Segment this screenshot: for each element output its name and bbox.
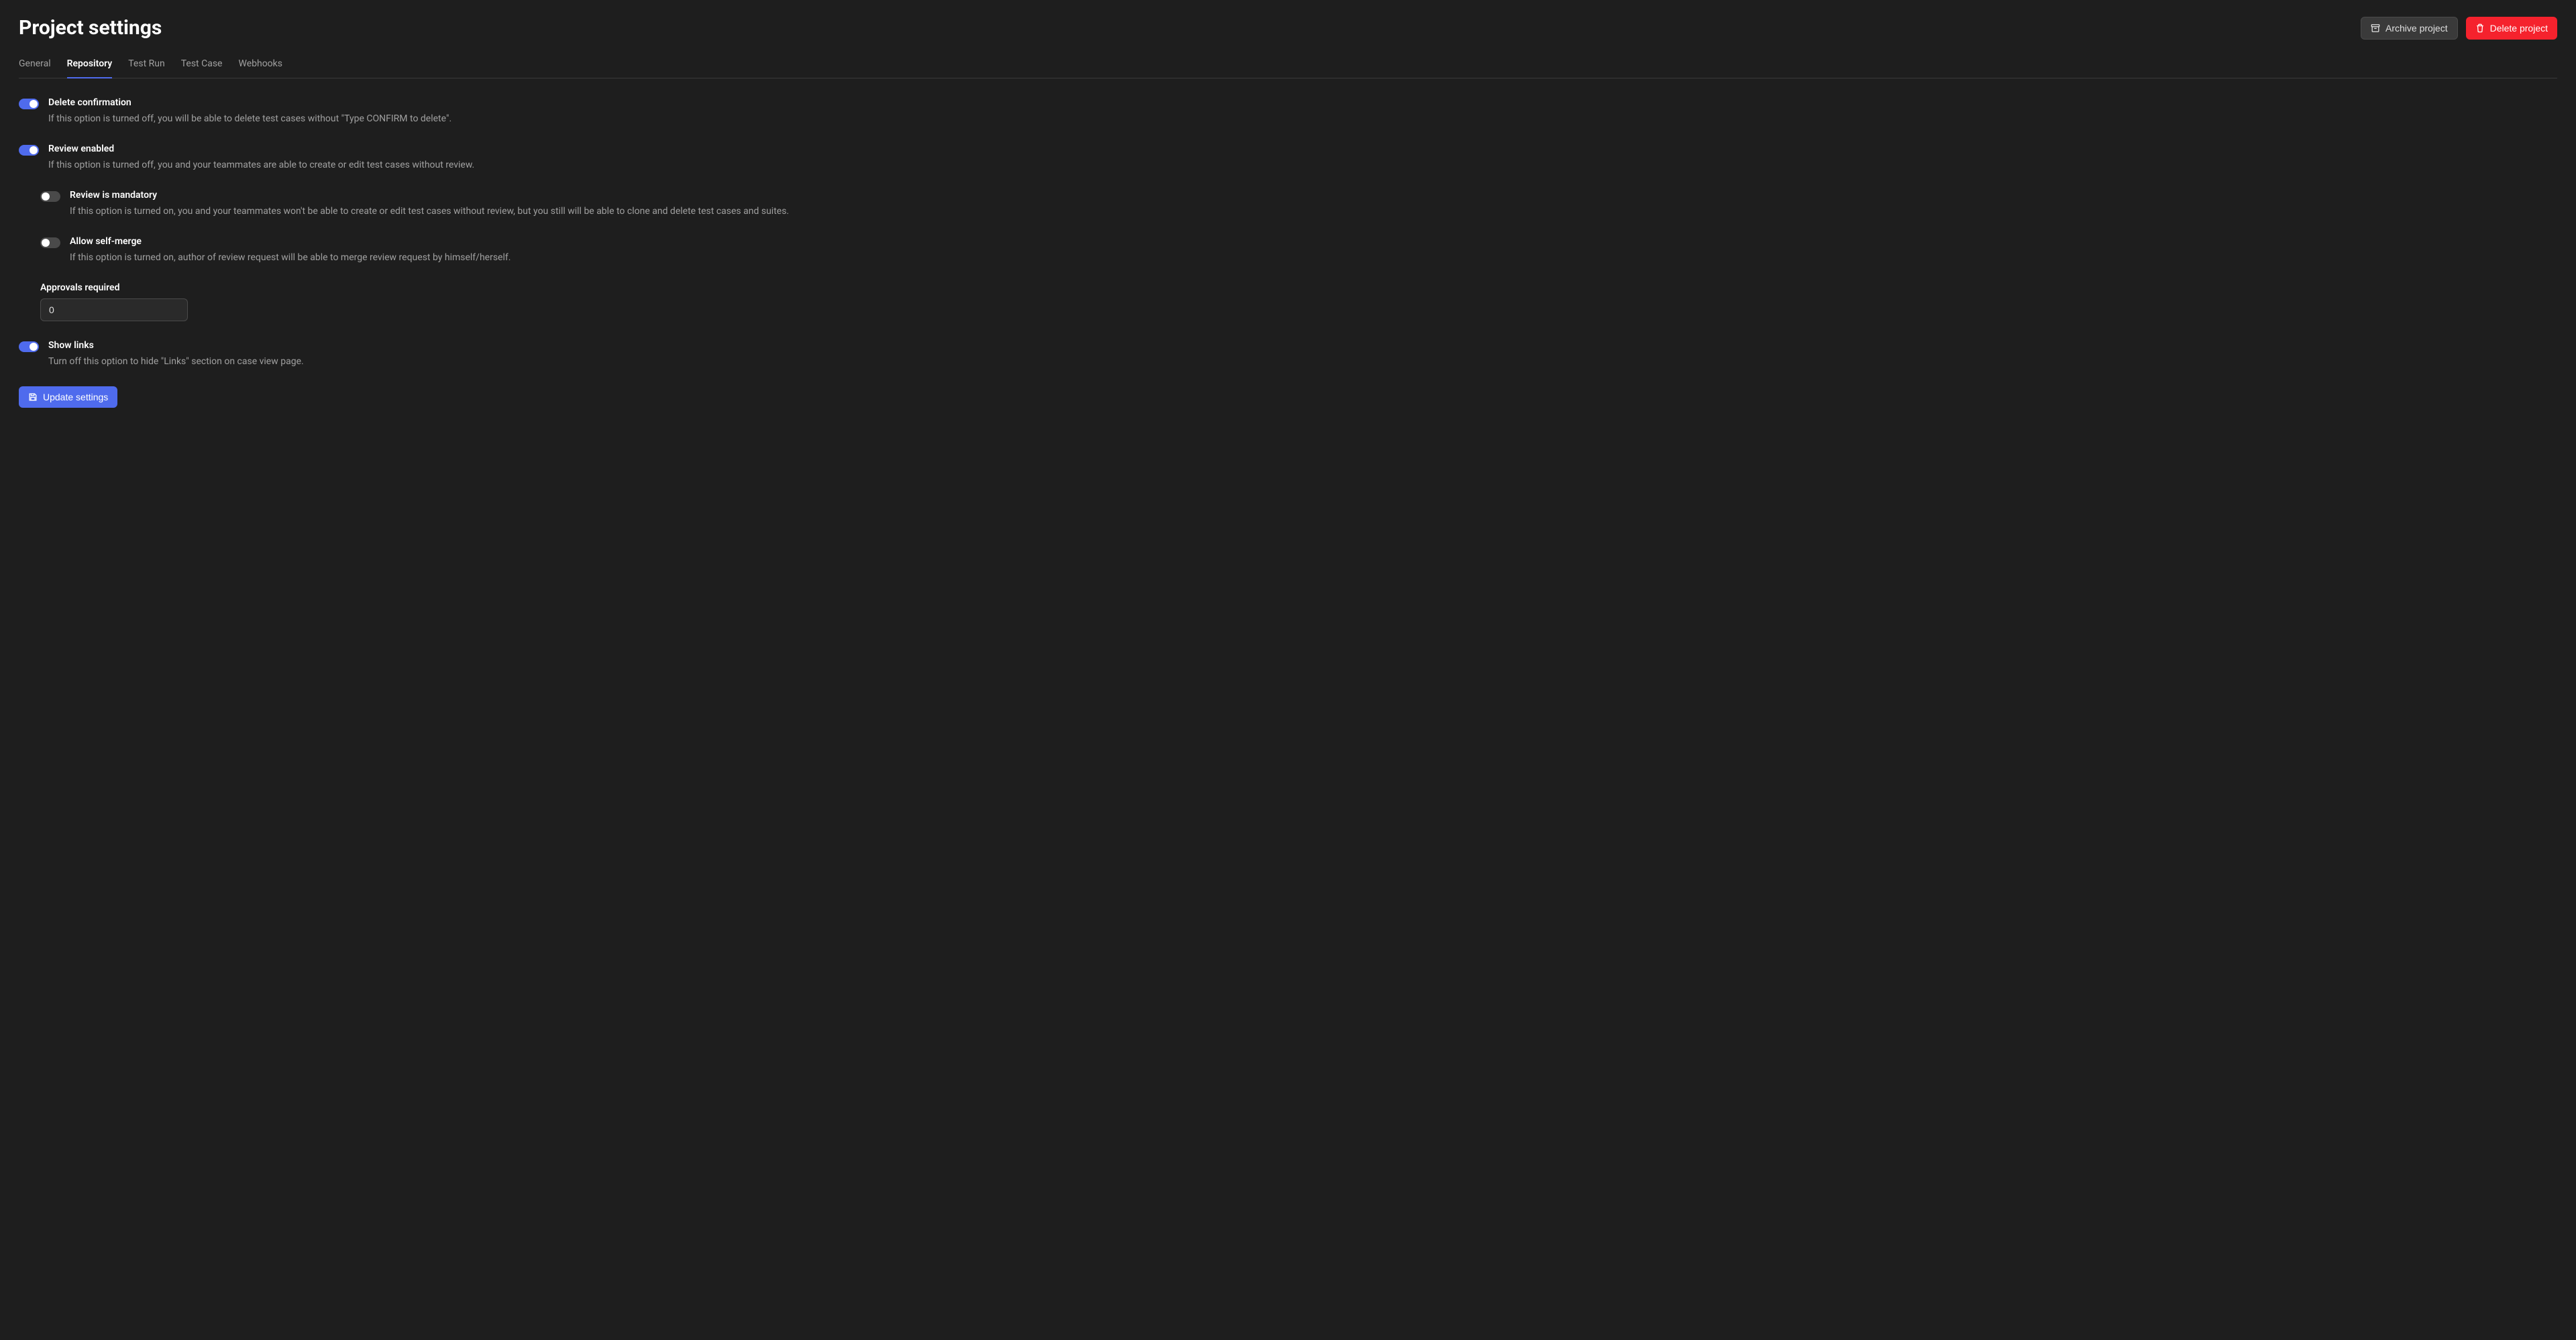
delete-project-label: Delete project <box>2490 23 2548 34</box>
footer-actions: Update settings <box>19 386 2557 408</box>
archive-project-button[interactable]: Archive project <box>2361 17 2458 40</box>
tabs: General Repository Test Run Test Case We… <box>19 53 2557 78</box>
setting-content: Review is mandatory If this option is tu… <box>70 190 2557 219</box>
field-approvals-required: Approvals required <box>40 282 2557 321</box>
setting-content: Review enabled If this option is turned … <box>48 144 2557 172</box>
setting-desc: Turn off this option to hide "Links" sec… <box>48 355 2557 369</box>
setting-content: Show links Turn off this option to hide … <box>48 340 2557 369</box>
setting-desc: If this option is turned off, you will b… <box>48 112 2557 126</box>
toggle-show-links[interactable] <box>19 341 39 352</box>
setting-desc: If this option is turned off, you and yo… <box>48 158 2557 172</box>
setting-allow-self-merge: Allow self-merge If this option is turne… <box>40 236 2557 265</box>
setting-review-mandatory: Review is mandatory If this option is tu… <box>40 190 2557 219</box>
toggle-knob <box>42 239 50 247</box>
setting-desc: If this option is turned on, you and you… <box>70 205 2557 219</box>
toggle-knob <box>30 100 38 108</box>
setting-title: Review is mandatory <box>70 190 2557 201</box>
approvals-required-input[interactable] <box>40 298 188 321</box>
setting-content: Allow self-merge If this option is turne… <box>70 236 2557 265</box>
update-settings-button[interactable]: Update settings <box>19 386 117 408</box>
toggle-delete-confirmation[interactable] <box>19 99 39 109</box>
setting-desc: If this option is turned on, author of r… <box>70 251 2557 265</box>
toggle-allow-self-merge[interactable] <box>40 237 60 248</box>
setting-title: Show links <box>48 340 2557 351</box>
tab-general[interactable]: General <box>19 53 51 78</box>
archive-project-label: Archive project <box>2385 23 2448 34</box>
tab-repository[interactable]: Repository <box>67 53 113 78</box>
setting-title: Allow self-merge <box>70 236 2557 247</box>
setting-review-enabled: Review enabled If this option is turned … <box>19 144 2557 172</box>
delete-project-button[interactable]: Delete project <box>2466 17 2557 40</box>
setting-title: Delete confirmation <box>48 97 2557 108</box>
approvals-required-label: Approvals required <box>40 282 2557 293</box>
toggle-review-mandatory[interactable] <box>40 191 60 202</box>
setting-title: Review enabled <box>48 144 2557 154</box>
setting-content: Delete confirmation If this option is tu… <box>48 97 2557 126</box>
archive-icon <box>2371 23 2380 33</box>
header-actions: Archive project Delete project <box>2361 17 2557 40</box>
toggle-review-enabled[interactable] <box>19 145 39 156</box>
trash-icon <box>2475 23 2485 33</box>
tab-test-case[interactable]: Test Case <box>181 53 223 78</box>
page-title: Project settings <box>19 16 162 40</box>
toggle-knob <box>30 146 38 154</box>
save-icon <box>28 392 38 402</box>
tab-webhooks[interactable]: Webhooks <box>238 53 282 78</box>
toggle-knob <box>30 343 38 351</box>
toggle-knob <box>42 192 50 201</box>
update-settings-label: Update settings <box>43 392 108 402</box>
setting-delete-confirmation: Delete confirmation If this option is tu… <box>19 97 2557 126</box>
tab-test-run[interactable]: Test Run <box>128 53 164 78</box>
setting-show-links: Show links Turn off this option to hide … <box>19 340 2557 369</box>
